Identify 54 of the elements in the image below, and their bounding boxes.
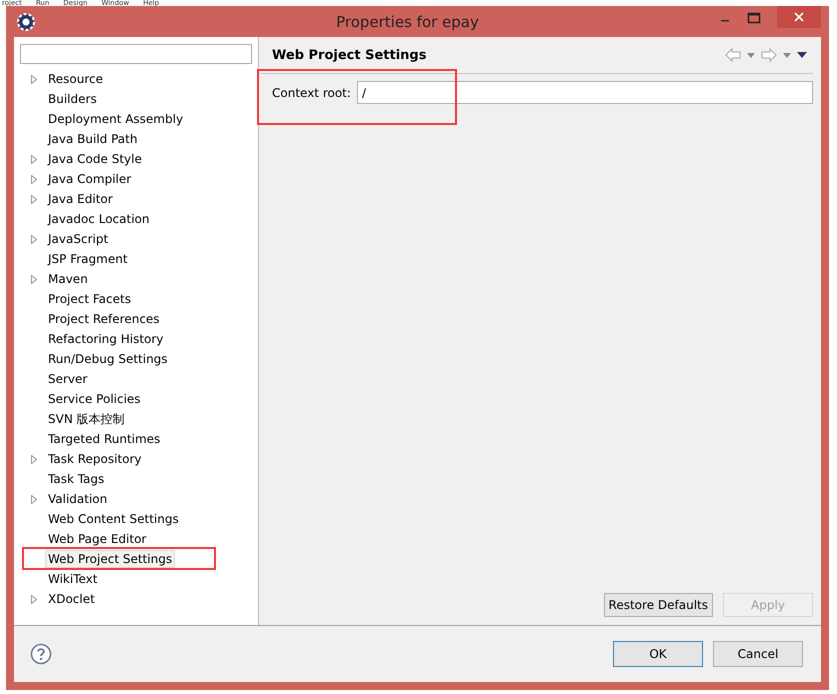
tree-item[interactable]: Javadoc Location: [45, 210, 152, 228]
back-arrow-icon[interactable]: [725, 48, 741, 62]
expand-arrow-icon[interactable]: [31, 274, 37, 284]
tree-item[interactable]: Run/Debug Settings: [45, 350, 171, 368]
dropdown-caret-icon[interactable]: [747, 52, 755, 58]
expand-arrow-icon[interactable]: [31, 194, 37, 204]
tree-item[interactable]: Maven: [45, 270, 91, 288]
dialog-button[interactable]: OK: [613, 641, 703, 667]
field-label: Context root:: [272, 86, 351, 100]
help-icon[interactable]: [30, 643, 52, 665]
tree-item[interactable]: WikiText: [45, 570, 100, 588]
view-menu-icon[interactable]: [797, 52, 807, 58]
tree-item[interactable]: JavaScript: [45, 230, 112, 248]
close-icon[interactable]: [793, 11, 805, 23]
tree-item[interactable]: Task Tags: [45, 470, 108, 488]
filter-field[interactable]: [20, 44, 252, 64]
gear-icon: [16, 12, 36, 32]
expand-arrow-icon[interactable]: [31, 234, 37, 244]
window-title: Properties for epay: [335, 12, 480, 30]
forward-arrow-icon[interactable]: [761, 48, 777, 62]
tree-item[interactable]: JSP Fragment: [45, 250, 131, 268]
page-title: Web Project Settings: [272, 48, 426, 62]
tree-item[interactable]: Web Project Settings: [45, 550, 176, 568]
tree-item[interactable]: Refactoring History: [45, 330, 166, 348]
expand-arrow-icon[interactable]: [31, 74, 37, 84]
page-button[interactable]: Restore Defaults: [604, 593, 713, 617]
maximize-icon[interactable]: [747, 12, 761, 24]
tree-item[interactable]: Validation: [45, 490, 110, 508]
expand-arrow-icon[interactable]: [31, 594, 37, 604]
close-button[interactable]: [777, 6, 821, 28]
tree-item[interactable]: Project Facets: [45, 290, 134, 308]
tree-item[interactable]: Server: [45, 370, 90, 388]
expand-arrow-icon[interactable]: [31, 154, 37, 164]
tree-item[interactable]: Java Code Style: [45, 150, 145, 168]
tree-item[interactable]: Java Build Path: [45, 130, 140, 148]
tree-item[interactable]: Resource: [45, 70, 106, 88]
dropdown-caret-icon[interactable]: [783, 52, 791, 58]
expand-arrow-icon[interactable]: [31, 494, 37, 504]
expand-arrow-icon[interactable]: [31, 454, 37, 464]
tree-item[interactable]: XDoclet: [45, 590, 98, 608]
dialog-button[interactable]: Cancel: [713, 641, 803, 667]
tree-item[interactable]: Project References: [45, 310, 163, 328]
tree-item[interactable]: Builders: [45, 90, 100, 108]
tree-item[interactable]: Service Policies: [45, 390, 144, 408]
tree-item[interactable]: Task Repository: [45, 450, 145, 468]
tree-item[interactable]: Web Content Settings: [45, 510, 182, 528]
tree-item[interactable]: Web Page Editor: [45, 530, 150, 548]
tree-item[interactable]: Java Compiler: [45, 170, 134, 188]
tree-item[interactable]: SVN 版本控制: [45, 408, 128, 430]
context-root-field[interactable]: /: [356, 81, 813, 104]
tree-item[interactable]: Deployment Assembly: [45, 110, 186, 128]
expand-arrow-icon[interactable]: [31, 174, 37, 184]
tree-item[interactable]: Targeted Runtimes: [45, 430, 164, 448]
tree-item[interactable]: Java Editor: [45, 190, 116, 208]
